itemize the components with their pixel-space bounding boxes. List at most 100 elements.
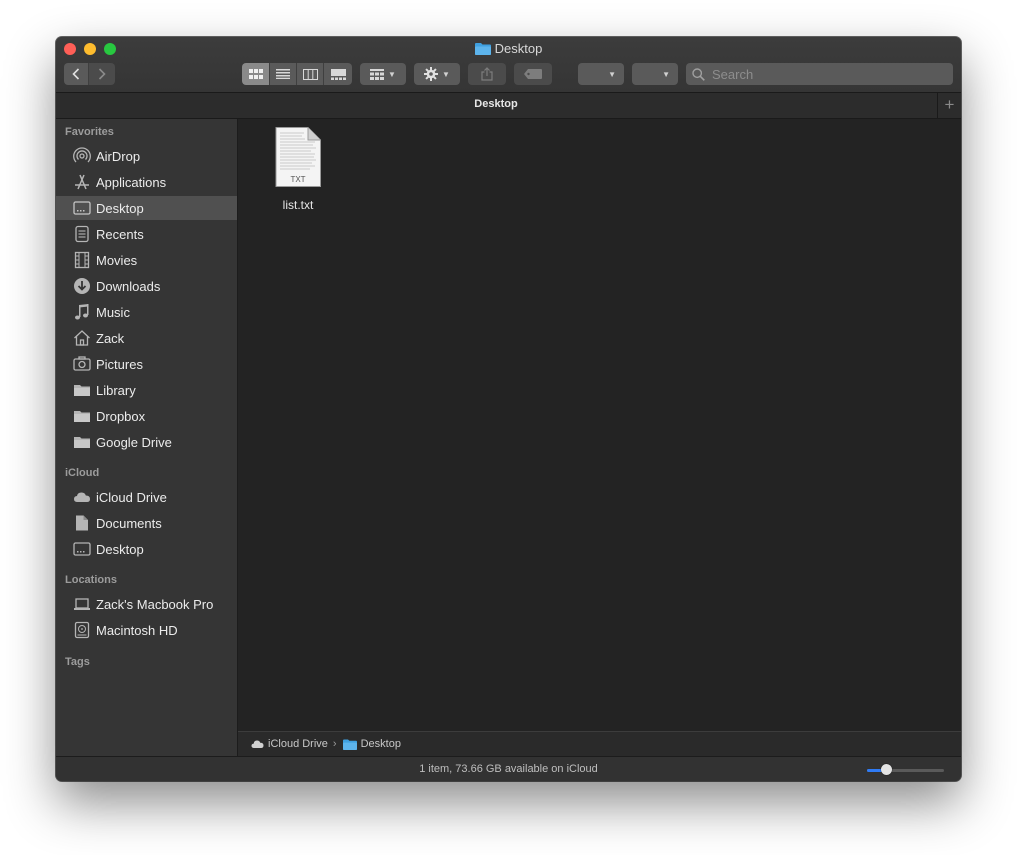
path-item-icloud-drive[interactable]: iCloud Drive xyxy=(268,738,328,750)
tab-desktop[interactable]: Desktop xyxy=(56,98,936,110)
list-icon xyxy=(276,69,290,79)
search-field[interactable] xyxy=(686,63,953,85)
list-view-button[interactable] xyxy=(270,63,297,85)
sidebar-item-documents[interactable]: Documents xyxy=(56,511,237,535)
window-title-text: Desktop xyxy=(494,41,543,56)
file-name: list.txt xyxy=(282,198,314,212)
chevron-down-icon: ▼ xyxy=(388,69,396,79)
tags-button[interactable] xyxy=(514,63,552,85)
plus-icon: + xyxy=(944,95,955,114)
desktop-icon xyxy=(73,540,91,558)
finder-window: Desktop ▼ ▼ ▼ ▼ Search Desktop + Favorit… xyxy=(56,37,961,781)
forward-button[interactable] xyxy=(89,63,115,85)
sidebar-heading-locations: Locations xyxy=(65,574,117,586)
chevron-right-icon: › xyxy=(332,738,337,750)
sidebar-heading-tags: Tags xyxy=(65,656,90,668)
chevron-right-icon xyxy=(98,68,106,80)
group-by-button[interactable]: ▼ xyxy=(360,63,406,85)
dropdown-button-1[interactable]: ▼ xyxy=(578,63,624,85)
applications-icon xyxy=(73,173,91,191)
movies-icon xyxy=(73,251,91,269)
sidebar-item-label: iCloud Drive xyxy=(96,489,167,505)
columns-icon xyxy=(302,68,318,80)
sidebar-item-label: Downloads xyxy=(96,278,161,294)
sidebar-item-macintosh-hd[interactable]: Macintosh HD xyxy=(56,618,237,642)
downloads-icon xyxy=(73,277,91,295)
sidebar-item-label: Desktop xyxy=(96,200,144,216)
folder-icon xyxy=(73,407,91,425)
sidebar-item-music[interactable]: Music xyxy=(56,300,237,324)
window-title: Desktop xyxy=(56,41,961,58)
action-menu-button[interactable]: ▼ xyxy=(414,63,460,85)
folder-icon xyxy=(474,42,491,58)
cloud-icon xyxy=(251,739,264,749)
sidebar-item-dropbox[interactable]: Dropbox xyxy=(56,404,237,428)
tag-icon xyxy=(524,69,542,79)
sidebar-item-icloud-desktop[interactable]: Desktop xyxy=(56,537,237,561)
cloud-icon xyxy=(73,488,91,506)
toolbar: Desktop ▼ ▼ ▼ ▼ Search xyxy=(56,37,961,93)
grid-icon xyxy=(248,69,263,79)
chevron-down-icon: ▼ xyxy=(608,69,616,79)
sidebar-item-label: Applications xyxy=(96,174,167,190)
sidebar-item-label: Zack xyxy=(96,330,125,346)
sidebar-item-library[interactable]: Library xyxy=(56,378,237,402)
sidebar-item-label: Music xyxy=(96,304,130,320)
gallery-icon xyxy=(330,68,346,80)
sidebar-item-label: AirDrop xyxy=(96,148,141,164)
column-view-button[interactable] xyxy=(297,63,324,85)
back-button[interactable] xyxy=(64,63,89,85)
sidebar-item-label: Recents xyxy=(96,226,144,242)
path-item-desktop[interactable]: Desktop xyxy=(361,738,401,750)
folder-blue-icon xyxy=(342,739,357,750)
sidebar-item-label: Google Drive xyxy=(96,434,172,450)
sidebar-item-zack[interactable]: Zack xyxy=(56,326,237,350)
sidebar-item-label: Desktop xyxy=(96,541,144,557)
search-input[interactable] xyxy=(710,65,944,83)
sidebar-item-label: Pictures xyxy=(96,356,143,372)
status-text: 1 item, 73.66 GB available on iCloud xyxy=(419,763,598,775)
gear-icon xyxy=(424,67,439,81)
sidebar-item-google-drive[interactable]: Google Drive xyxy=(56,430,237,454)
folder-icon xyxy=(73,433,91,451)
sidebar: Favorites AirDrop Applications Desktop R… xyxy=(56,119,238,756)
desktop-icon xyxy=(73,199,91,217)
sidebar-item-label: Documents xyxy=(96,515,162,531)
view-mode-control xyxy=(242,63,352,85)
share-button[interactable] xyxy=(468,63,506,85)
sidebar-item-label: Macintosh HD xyxy=(96,622,178,638)
search-icon xyxy=(692,67,705,81)
music-icon xyxy=(73,303,91,321)
sidebar-heading-favorites: Favorites xyxy=(65,126,114,138)
chevron-down-icon: ▼ xyxy=(442,69,450,79)
pictures-icon xyxy=(73,355,91,373)
file-item[interactable]: TXT list.txt xyxy=(266,127,330,212)
group-grid-icon xyxy=(370,68,385,80)
sidebar-item-downloads[interactable]: Downloads xyxy=(56,274,237,298)
icon-view-button[interactable] xyxy=(242,63,270,85)
sidebar-item-desktop[interactable]: Desktop xyxy=(56,196,237,220)
file-area[interactable]: TXT list.txt xyxy=(238,119,961,731)
airdrop-icon xyxy=(73,147,91,165)
slider-knob[interactable] xyxy=(880,764,892,775)
sidebar-item-airdrop[interactable]: AirDrop xyxy=(56,144,237,168)
sidebar-item-movies[interactable]: Movies xyxy=(56,248,237,272)
dropdown-button-2[interactable]: ▼ xyxy=(632,63,678,85)
documents-icon xyxy=(73,514,91,532)
file-type-badge: TXT xyxy=(290,175,305,184)
disk-icon xyxy=(73,621,91,639)
sidebar-item-applications[interactable]: Applications xyxy=(56,170,237,194)
gallery-view-button[interactable] xyxy=(324,63,352,85)
chevron-down-icon: ▼ xyxy=(662,69,670,79)
sidebar-item-icloud-drive[interactable]: iCloud Drive xyxy=(56,485,237,509)
sidebar-item-macbook[interactable]: Zack's Macbook Pro xyxy=(56,592,237,616)
sidebar-item-pictures[interactable]: Pictures xyxy=(56,352,237,376)
sidebar-item-recents[interactable]: Recents xyxy=(56,222,237,246)
sidebar-item-label: Library xyxy=(96,382,136,398)
recents-icon xyxy=(73,225,91,243)
chevron-left-icon xyxy=(72,68,80,80)
folder-icon xyxy=(73,381,91,399)
new-tab-button[interactable]: + xyxy=(937,93,961,118)
icon-size-slider[interactable] xyxy=(867,769,944,772)
home-icon xyxy=(73,329,91,347)
